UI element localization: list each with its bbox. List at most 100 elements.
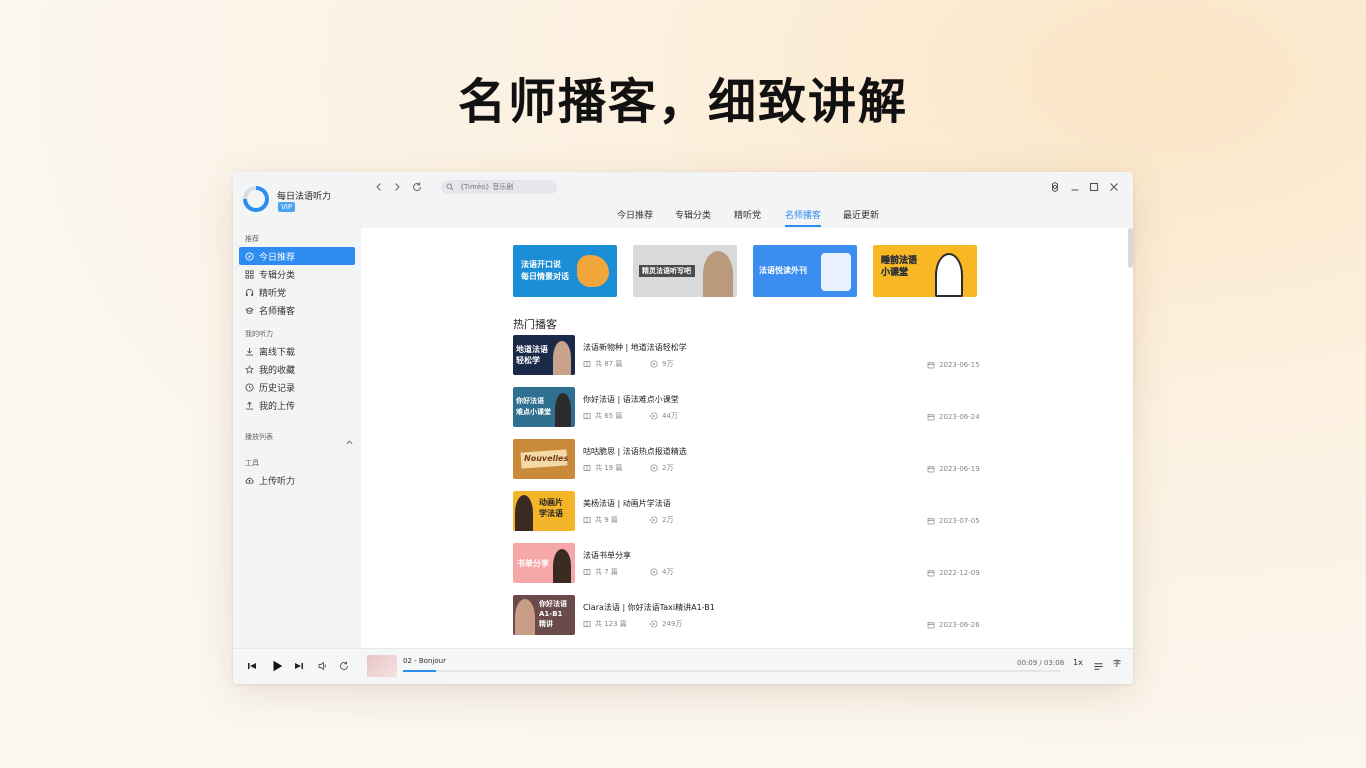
- app-name: 每日法语听力: [277, 192, 332, 202]
- podcast-title: Clara法语 | 你好法语Taxi精讲A1-B1: [583, 603, 715, 612]
- episode-count: 共 87 篇: [583, 359, 622, 369]
- sidebar-item-uploads[interactable]: 我的上传: [239, 396, 355, 414]
- list-item[interactable]: 动画片 学法语 美杨法语 | 动画片学法语 共 9 篇 2万 2023-07-0…: [513, 491, 980, 533]
- episode-count: 共 65 篇: [583, 411, 622, 421]
- main-area: 今日推荐 专辑分类 精听党 名师播客 最近更新 法语开口说 每日情景对话 精灵法…: [361, 172, 1133, 648]
- lyrics-button[interactable]: 字: [1113, 658, 1121, 669]
- banner-card[interactable]: 法语开口说 每日情景对话: [513, 245, 617, 297]
- sidebar: 每日法语听力 VIP 推荐 今日推荐 专辑分类 精听党 名师播客 我的听力 离线…: [233, 172, 361, 648]
- play-circle-icon: [650, 464, 658, 472]
- cover-text: 你好法语 A1-B1 精讲: [539, 600, 567, 628]
- book-icon: [583, 517, 591, 524]
- list-item[interactable]: 书单分享 法语书单分享 共 7 篇 4万 2022-12-09: [513, 543, 980, 585]
- sidebar-item-favorites[interactable]: 我的收藏: [239, 360, 355, 378]
- calendar-icon: [927, 622, 935, 629]
- search-icon: [446, 183, 454, 191]
- tab-albums[interactable]: 专辑分类: [675, 208, 711, 228]
- list-item[interactable]: 你好法语 A1-B1 精讲 Clara法语 | 你好法语Taxi精讲A1-B1 …: [513, 595, 980, 637]
- previous-track-icon[interactable]: [246, 660, 258, 672]
- sidebar-item-label: 专辑分类: [259, 270, 296, 281]
- chevron-up-icon[interactable]: [345, 432, 354, 445]
- section-label-mine: 我的听力: [245, 330, 273, 338]
- banner-card[interactable]: 精灵法语听写吧: [633, 245, 737, 297]
- tab-latest[interactable]: 最近更新: [843, 208, 879, 228]
- sidebar-item-upload-listening[interactable]: 上传听力: [239, 471, 355, 489]
- progress-slider[interactable]: [403, 670, 1061, 672]
- page-headline: 名师播客，细致讲解: [457, 74, 908, 130]
- sidebar-item-label: 精听党: [259, 288, 287, 299]
- play-icon[interactable]: [270, 659, 284, 673]
- maximize-icon[interactable]: [1088, 181, 1100, 193]
- play-count: 44万: [650, 411, 678, 421]
- sidebar-item-teachers[interactable]: 名师播客: [239, 301, 355, 319]
- scrollbar[interactable]: [1128, 228, 1133, 268]
- calendar-icon: [927, 362, 935, 369]
- banner-text: 睡前法语 小课堂: [881, 256, 918, 278]
- track-cover[interactable]: [367, 655, 397, 677]
- refresh-icon[interactable]: [411, 181, 423, 193]
- playlist-icon[interactable]: [1093, 661, 1104, 672]
- list-item[interactable]: Nouvelles 咕咕脆思 | 法语热点报道精选 共 19 篇 2万 2023…: [513, 439, 980, 481]
- tab-intensive[interactable]: 精听党: [734, 208, 761, 228]
- track-title: 02 - Bonjour: [403, 657, 446, 665]
- content-area: 法语开口说 每日情景对话 精灵法语听写吧 法语悦读外刊 睡前法语 小课堂 热门播…: [361, 228, 1133, 648]
- minimize-icon[interactable]: [1069, 181, 1081, 193]
- banner-card[interactable]: 法语悦读外刊: [753, 245, 857, 297]
- tab-teachers[interactable]: 名师播客: [785, 208, 822, 228]
- player-bar: 02 - Bonjour 00:09 / 03:08 1x 字: [233, 648, 1133, 684]
- list-item[interactable]: 你好法语 难点小课堂 你好法语 | 语法难点小课堂 共 65 篇 44万 202…: [513, 387, 980, 429]
- back-icon[interactable]: [373, 181, 385, 193]
- section-label-playlist: 播放列表: [245, 433, 273, 441]
- sidebar-item-label: 我的收藏: [259, 365, 296, 376]
- headphones-icon: [245, 288, 254, 297]
- podcast-cover: Nouvelles: [513, 439, 575, 479]
- app-window: 每日法语听力 VIP 推荐 今日推荐 专辑分类 精听党 名师播客 我的听力 离线…: [233, 172, 1133, 684]
- cloud-upload-icon: [245, 476, 254, 485]
- graduation-cap-icon: [245, 306, 254, 315]
- update-date: 2023-06-24: [927, 413, 980, 421]
- calendar-icon: [927, 570, 935, 577]
- sidebar-item-download[interactable]: 离线下载: [239, 342, 355, 360]
- play-circle-icon: [650, 516, 658, 524]
- sidebar-item-history[interactable]: 历史记录: [239, 378, 355, 396]
- app-logo-icon: [243, 186, 269, 212]
- loop-icon[interactable]: [338, 660, 350, 672]
- update-date: 2023-06-19: [927, 465, 980, 473]
- play-circle-icon: [650, 568, 658, 576]
- forward-icon[interactable]: [391, 181, 403, 193]
- play-circle-icon: [650, 360, 658, 368]
- settings-gear-icon[interactable]: [1049, 181, 1061, 193]
- update-date: 2022-12-09: [927, 569, 980, 577]
- banner-card[interactable]: 睡前法语 小课堂: [873, 245, 977, 297]
- france-map-illustration: [577, 255, 609, 287]
- close-icon[interactable]: [1108, 181, 1120, 193]
- sidebar-item-albums[interactable]: 专辑分类: [239, 265, 355, 283]
- play-count: 249万: [650, 619, 682, 629]
- sidebar-item-intensive[interactable]: 精听党: [239, 283, 355, 301]
- section-label-tools: 工具: [245, 459, 259, 467]
- next-track-icon[interactable]: [293, 660, 305, 672]
- sidebar-item-today[interactable]: 今日推荐: [239, 247, 355, 265]
- sidebar-item-label: 历史记录: [259, 383, 296, 394]
- vip-badge[interactable]: VIP: [278, 202, 296, 212]
- search-input[interactable]: [441, 180, 557, 194]
- sidebar-item-label: 上传听力: [259, 476, 296, 487]
- tab-today[interactable]: 今日推荐: [617, 208, 653, 228]
- list-item[interactable]: 地道法语 轻松学 法语新物种 | 地道法语轻松学 共 87 篇 9万 2023-…: [513, 335, 980, 377]
- tab-bar: 今日推荐 专辑分类 精听党 名师播客 最近更新: [361, 208, 1133, 228]
- calendar-icon: [927, 414, 935, 421]
- calendar-icon: [927, 466, 935, 473]
- volume-icon[interactable]: [317, 660, 329, 672]
- clock-icon: [245, 382, 254, 392]
- podcast-title: 美杨法语 | 动画片学法语: [583, 499, 671, 508]
- download-icon: [245, 347, 254, 356]
- section-title-hot: 热门播客: [513, 318, 557, 331]
- banner-text: 法语开口说 每日情景对话: [521, 260, 569, 281]
- playback-speed-button[interactable]: 1x: [1073, 658, 1083, 667]
- update-date: 2023-06-15: [927, 361, 980, 369]
- book-icon: [583, 361, 591, 368]
- sidebar-item-label: 离线下载: [259, 347, 296, 358]
- calendar-icon: [927, 518, 935, 525]
- reading-illustration: [821, 253, 851, 291]
- podcast-cover: 你好法语 难点小课堂: [513, 387, 575, 427]
